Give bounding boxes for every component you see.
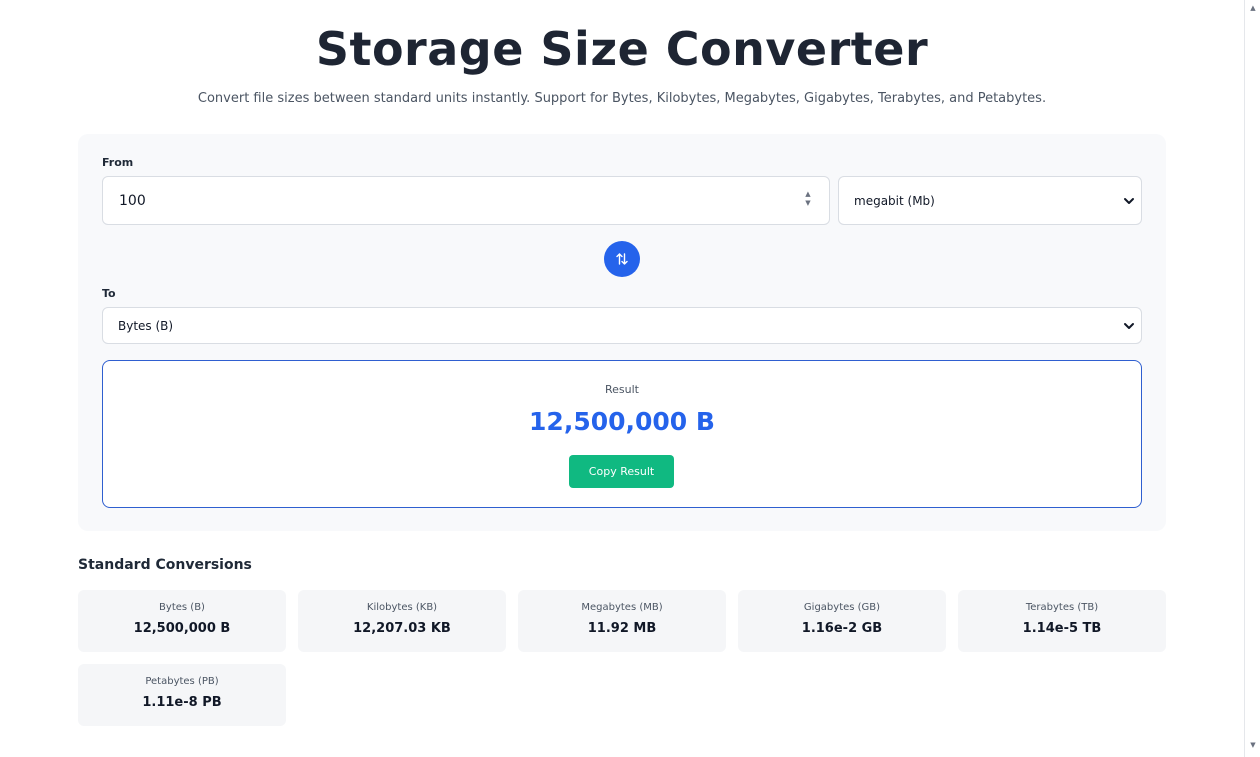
conversion-unit: Bytes (B) — [159, 602, 205, 613]
to-label: To — [102, 287, 116, 300]
to-unit-value: Bytes (B) — [118, 319, 174, 333]
amount-input[interactable]: 100 ▲ ▼ — [102, 176, 830, 225]
conversion-card-bytes: Bytes (B) 12,500,000 B — [78, 590, 286, 652]
result-panel: Result 12,500,000 B Copy Result — [102, 360, 1142, 508]
scroll-up-icon[interactable]: ▲ — [1249, 4, 1257, 12]
spinner-up-icon[interactable]: ▲ — [803, 190, 813, 199]
standard-conversions-title: Standard Conversions — [78, 557, 252, 573]
swap-vertical-icon — [616, 253, 628, 265]
conversion-card-gigabytes: Gigabytes (GB) 1.16e-2 GB — [738, 590, 946, 652]
converter-card: From 100 ▲ ▼ megabit (Mb) To Bytes (B) R… — [78, 134, 1166, 531]
conversion-unit: Gigabytes (GB) — [803, 602, 881, 613]
page-title: Storage Size Converter — [315, 22, 929, 76]
result-label: Result — [605, 383, 639, 396]
scroll-down-icon[interactable]: ▼ — [1249, 741, 1257, 749]
chevron-down-icon — [1124, 198, 1134, 204]
conversion-unit: Megabytes (MB) — [581, 602, 663, 613]
conversion-card-megabytes: Megabytes (MB) 11.92 MB — [518, 590, 726, 652]
conversion-value: 1.16e-2 GB — [801, 621, 883, 636]
spinner-down-icon[interactable]: ▼ — [803, 199, 813, 208]
vertical-scrollbar[interactable]: ▲ ▼ — [1244, 0, 1260, 757]
conversion-card-petabytes: Petabytes (PB) 1.11e-8 PB — [78, 664, 286, 726]
amount-value: 100 — [119, 193, 146, 209]
conversion-value: 12,207.03 KB — [353, 621, 451, 636]
conversion-unit: Petabytes (PB) — [145, 676, 219, 687]
conversion-value: 1.14e-5 TB — [1022, 621, 1102, 636]
conversion-card-terabytes: Terabytes (TB) 1.14e-5 TB — [958, 590, 1166, 652]
from-unit-select[interactable]: megabit (Mb) — [838, 176, 1142, 225]
conversion-value: 1.11e-8 PB — [142, 695, 222, 710]
conversion-card-kilobytes: Kilobytes (KB) 12,207.03 KB — [298, 590, 506, 652]
from-unit-value: megabit (Mb) — [854, 194, 935, 208]
result-value: 12,500,000 B — [529, 407, 715, 436]
to-unit-select[interactable]: Bytes (B) — [102, 307, 1142, 344]
conversion-value: 12,500,000 B — [133, 621, 231, 636]
copy-result-button[interactable]: Copy Result — [569, 455, 674, 488]
conversion-value: 11.92 MB — [587, 621, 657, 636]
from-label: From — [102, 156, 134, 169]
chevron-down-icon — [1124, 323, 1134, 329]
conversion-unit: Terabytes (TB) — [1025, 602, 1099, 613]
conversion-unit: Kilobytes (KB) — [366, 602, 438, 613]
swap-units-button[interactable] — [604, 241, 640, 277]
page-subtitle: Convert file sizes between standard unit… — [197, 91, 1047, 106]
amount-spinner[interactable]: ▲ ▼ — [803, 190, 813, 212]
